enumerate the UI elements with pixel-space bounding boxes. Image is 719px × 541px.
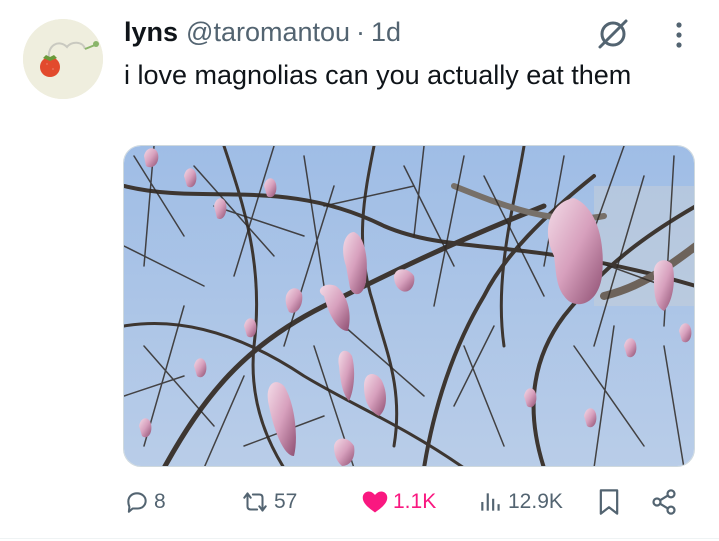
tweet-header: lyns @taromantou · 1d bbox=[124, 14, 401, 50]
repost-icon bbox=[243, 492, 267, 512]
magnolia-photo bbox=[124, 146, 694, 466]
display-name[interactable]: lyns bbox=[124, 17, 178, 48]
reply-button[interactable]: 8 bbox=[124, 482, 166, 522]
avatar[interactable] bbox=[23, 19, 103, 99]
share-icon bbox=[652, 489, 676, 515]
reply-count: 8 bbox=[154, 490, 166, 513]
views-button[interactable]: 12.9K bbox=[478, 482, 563, 522]
views-icon bbox=[481, 493, 500, 511]
like-button[interactable]: 1.1K bbox=[361, 482, 436, 522]
tweet-action-bar: 8 57 1.1K 12.9K bbox=[0, 482, 719, 522]
divider bbox=[0, 538, 719, 539]
view-count: 12.9K bbox=[508, 490, 563, 513]
user-handle[interactable]: @taromantou bbox=[186, 17, 350, 48]
repost-count: 57 bbox=[274, 490, 298, 513]
repost-button[interactable]: 57 bbox=[240, 482, 297, 522]
bookmark-button[interactable] bbox=[597, 482, 625, 522]
reply-icon bbox=[127, 492, 147, 513]
timestamp[interactable]: 1d bbox=[371, 17, 401, 48]
tweet-text: i love magnolias can you actually eat th… bbox=[124, 60, 632, 90]
heart-filled-icon bbox=[362, 491, 388, 513]
bookmark-icon bbox=[599, 489, 619, 515]
more-vertical-icon[interactable] bbox=[664, 18, 694, 52]
grok-icon[interactable] bbox=[596, 17, 630, 51]
like-count: 1.1K bbox=[393, 490, 437, 513]
avatar-strawberry-drawing bbox=[23, 19, 103, 99]
tweet-photo-magnolia[interactable] bbox=[123, 145, 695, 467]
separator-dot: · bbox=[356, 16, 366, 47]
share-button[interactable] bbox=[650, 482, 682, 522]
